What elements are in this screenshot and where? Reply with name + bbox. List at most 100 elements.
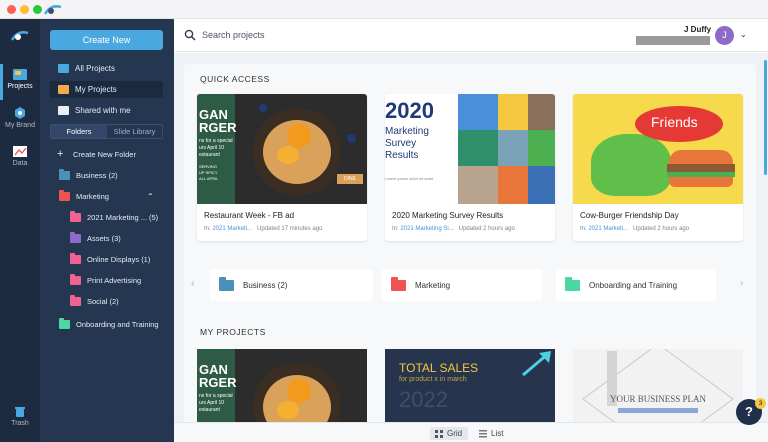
- rail-trash-label: Trash: [11, 420, 29, 427]
- folder-label: 2021 Marketing ...: [87, 213, 148, 222]
- folder-chip-marketing[interactable]: Marketing: [382, 269, 542, 301]
- folder-online-displays[interactable]: Online Displays (1): [40, 251, 174, 268]
- folder-icon: [565, 277, 580, 291]
- create-new-button[interactable]: Create New: [50, 30, 163, 50]
- project-card[interactable]: YOUR BUSINESS PLAN: [573, 349, 743, 424]
- folder-link[interactable]: 2021 Marketi...: [212, 226, 252, 232]
- create-folder-label: Create New Folder: [73, 150, 136, 159]
- in-label: In:: [580, 226, 587, 232]
- scrollbar[interactable]: [764, 60, 767, 175]
- folder-print-advertising[interactable]: Print Advertising: [40, 272, 174, 289]
- thumb-line2: RGER: [199, 120, 237, 135]
- thumb-line2: for product x in march: [399, 376, 467, 383]
- my-projects-title: MY PROJECTS: [200, 327, 266, 337]
- projects-icon: [13, 69, 27, 80]
- close-window-button[interactable]: [7, 5, 16, 14]
- folder-link[interactable]: 2021 Marketing Si...: [400, 226, 453, 232]
- folder-icon: [70, 211, 81, 222]
- rail-data[interactable]: Data: [0, 145, 40, 167]
- project-card[interactable]: GAN RGER ns for a special urs April 10 e…: [197, 349, 367, 424]
- folder-label: Social (2): [87, 297, 119, 306]
- sidebar-item-my-projects[interactable]: My Projects: [50, 81, 163, 98]
- chevron-down-icon[interactable]: ⌄: [740, 30, 747, 39]
- sidebar-item-shared-with-me[interactable]: Shared with me: [50, 102, 163, 119]
- updated-time: Updated 2 hours ago: [458, 226, 515, 232]
- grid-label: Grid: [447, 429, 463, 438]
- trash-icon: [15, 407, 25, 417]
- project-card-cow-burger[interactable]: Friends Cow-Burger Friendship Day In: 20…: [573, 94, 743, 241]
- grid-icon: [435, 430, 443, 438]
- folder-icon: [70, 295, 81, 306]
- search-input[interactable]: Search projects: [202, 30, 265, 40]
- chevron-up-icon[interactable]: ⌃: [147, 188, 154, 205]
- rail-my-brand[interactable]: My Brand: [0, 106, 40, 129]
- folder-label: Marketing: [76, 192, 109, 201]
- sidebar-item-label: Shared with me: [75, 106, 131, 115]
- card-title: Cow-Burger Friendship Day: [580, 211, 679, 220]
- folder-marketing[interactable]: Marketing ⌃: [40, 188, 174, 205]
- rail-trash[interactable]: Trash: [0, 405, 40, 427]
- folder-chip-label: Business (2): [243, 281, 288, 290]
- window-titlebar: [0, 0, 768, 19]
- rail-projects-label: Projects: [7, 83, 33, 90]
- thumb-body: ns for a special urs April 10 estaurant: [199, 393, 233, 413]
- thumb-word: Friends: [651, 114, 698, 130]
- zoom-window-button[interactable]: [33, 5, 42, 14]
- folder-count: (5): [149, 213, 159, 222]
- folder-icon: [70, 253, 81, 264]
- avatar[interactable]: J: [715, 26, 734, 45]
- view-toggle-bar: Grid List: [174, 422, 768, 442]
- project-card-survey[interactable]: 2020 Marketing Survey Results Lorem ipsu…: [385, 94, 555, 241]
- app-logo-icon: [43, 5, 62, 15]
- shared-icon: [58, 106, 69, 115]
- minimize-window-button[interactable]: [20, 5, 29, 14]
- brand-icon: [15, 107, 25, 119]
- folder-assets[interactable]: Assets (3): [40, 230, 174, 247]
- content-panel: QUICK ACCESS GAN RGER ns for a special u…: [184, 64, 756, 442]
- card-thumbnail: GAN RGER ns for a special urs April 10 e…: [197, 94, 367, 204]
- folder-link[interactable]: 2021 Marketi...: [588, 226, 628, 232]
- user-name: J Duffy: [684, 25, 712, 34]
- folder-chip-label: Marketing: [415, 281, 451, 290]
- user-email-redacted: [636, 36, 710, 45]
- folder-icon: [59, 318, 70, 329]
- sidebar-item-all-projects[interactable]: All Projects: [50, 60, 163, 77]
- folder-business[interactable]: Business (2): [40, 167, 174, 184]
- thumb-mid: SERVING UP SPICY ALL APRIL: [199, 164, 219, 181]
- my-projects-icon: [58, 85, 69, 94]
- card-thumbnail: Friends: [573, 94, 743, 204]
- folder-social[interactable]: Social (2): [40, 293, 174, 310]
- folder-chip-onboarding[interactable]: Onboarding and Training: [556, 269, 716, 301]
- sidebar-item-label: All Projects: [75, 64, 116, 73]
- top-bar: Search projects J Duffy J ⌄: [174, 19, 768, 52]
- chevron-left-icon[interactable]: ‹: [191, 278, 194, 289]
- folder-2021-marketing[interactable]: 2021 Marketing ... (5): [40, 209, 174, 226]
- rail-projects[interactable]: Projects: [0, 64, 40, 100]
- tab-slide-library[interactable]: Slide Library: [107, 125, 162, 138]
- project-card-restaurant[interactable]: GAN RGER ns for a special urs April 10 e…: [197, 94, 367, 241]
- in-label: In:: [392, 226, 399, 232]
- create-new-folder-button[interactable]: + Create New Folder: [40, 146, 174, 163]
- folder-label: Assets (3): [87, 234, 121, 243]
- chevron-right-icon[interactable]: ›: [740, 278, 743, 289]
- folder-label: Business (2): [76, 171, 118, 180]
- thumb-line2: RGER: [199, 375, 237, 390]
- rail-my-brand-label: My Brand: [5, 122, 35, 129]
- folder-icon: [70, 274, 81, 285]
- folder-icon: [59, 169, 70, 180]
- all-projects-icon: [58, 64, 69, 73]
- grid-view-button[interactable]: Grid: [430, 427, 468, 440]
- folder-onboarding[interactable]: Onboarding and Training: [40, 316, 174, 333]
- list-icon: [479, 430, 487, 438]
- thumb-year: 2022: [399, 387, 448, 412]
- card-meta: In: 2021 Marketing Si... Updated 2 hours…: [392, 226, 515, 232]
- thumb-subtitle: Marketing Survey Results: [385, 126, 429, 161]
- thumb-body: ns for a special urs April 10 estaurant: [199, 138, 233, 158]
- thumb-line1: TOTAL SALES: [399, 361, 479, 375]
- project-card[interactable]: TOTAL SALES for product x in march 2022: [385, 349, 555, 424]
- list-view-button[interactable]: List: [474, 427, 508, 440]
- app-logo-icon[interactable]: [11, 29, 29, 43]
- chart-icon: [13, 146, 27, 157]
- tab-folders[interactable]: Folders: [51, 125, 107, 138]
- folder-chip-business[interactable]: Business (2): [210, 269, 373, 301]
